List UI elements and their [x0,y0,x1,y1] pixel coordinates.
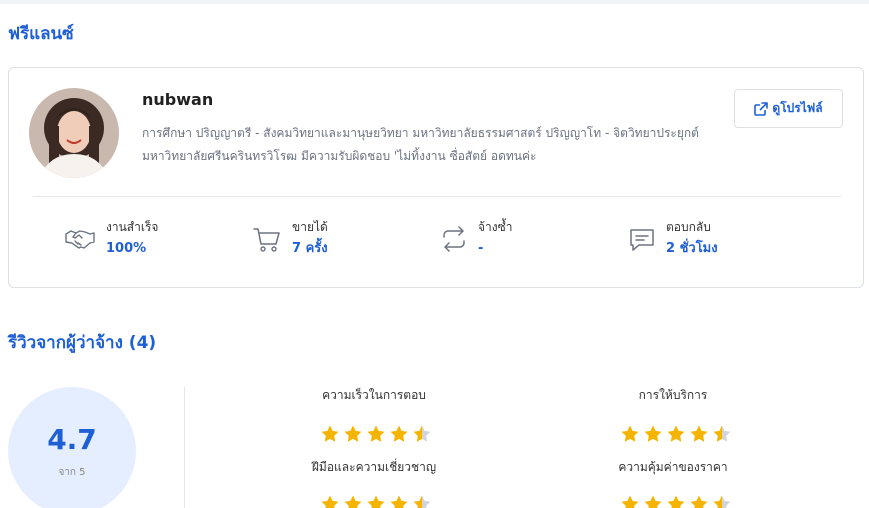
vertical-divider [184,387,185,508]
star-icon [690,425,708,442]
stat-rehire: จ้างซ้ำ - [440,216,513,260]
repeat-icon [443,226,465,252]
star-icon [413,495,431,508]
chat-icon [630,229,654,251]
star-rating [320,424,440,444]
view-profile-button[interactable]: ดูโปรไฟล์ [734,89,843,128]
criterion-label: ฝีมือและความเชี่ยวชาญ [311,460,437,474]
stat-label: ตอบกลับ [666,220,711,234]
stat-label: งานสำเร็จ [106,220,159,234]
divider [33,196,841,197]
star-icon [644,425,662,442]
bio-text: การศึกษา ปริญญาตรี - สังคมวิทยาและมานุษย… [142,126,699,163]
criterion-label: ความเร็วในการตอบ [322,388,426,402]
stat-response: ตอบกลับ 2 ชั่วโมง [628,216,718,260]
overall-rating-sub: จาก 5 [58,467,86,478]
criterion-label: การให้บริการ [638,388,708,402]
stat-label: จ้างซ้ำ [478,220,513,234]
username: nubwan [142,90,214,109]
stat-value: 7 ครั้ง [292,241,328,256]
star-icon [390,495,408,508]
star-rating [620,424,740,444]
external-link-icon [754,101,769,116]
stat-label: ขายได้ [292,220,328,234]
star-icon [321,495,339,508]
criterion-label: ความคุ้มค่าของราคา [618,460,728,474]
stat-sold: ขายได้ 7 ครั้ง [252,216,328,260]
stat-value: - [478,241,484,256]
star-icon [713,425,731,442]
star-icon [390,425,408,442]
freelancer-section-title: ฟรีแลนซ์ [8,24,74,44]
star-icon [321,425,339,442]
star-icon [367,425,385,442]
star-icon [644,495,662,508]
star-icon [621,495,639,508]
freelancer-card: nubwan การศึกษา ปริญญาตรี - สังคมวิทยาแล… [8,67,864,288]
view-profile-label: ดูโปรไฟล์ [772,101,823,115]
star-rating [620,494,740,508]
star-rating [320,494,440,508]
star-icon [344,425,362,442]
stat-completed: งานสำเร็จ 100% [64,216,158,260]
star-icon [667,425,685,442]
overall-rating: 4.7 จาก 5 [8,387,136,508]
stat-value: 2 ชั่วโมง [666,241,718,256]
cart-icon [253,228,280,252]
star-icon [667,495,685,508]
star-icon [713,495,731,508]
star-icon [621,425,639,442]
star-icon [413,425,431,442]
avatar[interactable] [29,88,119,178]
top-border [0,0,869,4]
handshake-icon [65,230,95,249]
star-icon [367,495,385,508]
stat-value: 100% [106,241,147,256]
reviews-title: รีวิวจากผู้ว่าจ้าง (4) [8,333,157,353]
star-icon [344,495,362,508]
star-icon [690,495,708,508]
overall-rating-value: 4.7 [47,423,97,456]
